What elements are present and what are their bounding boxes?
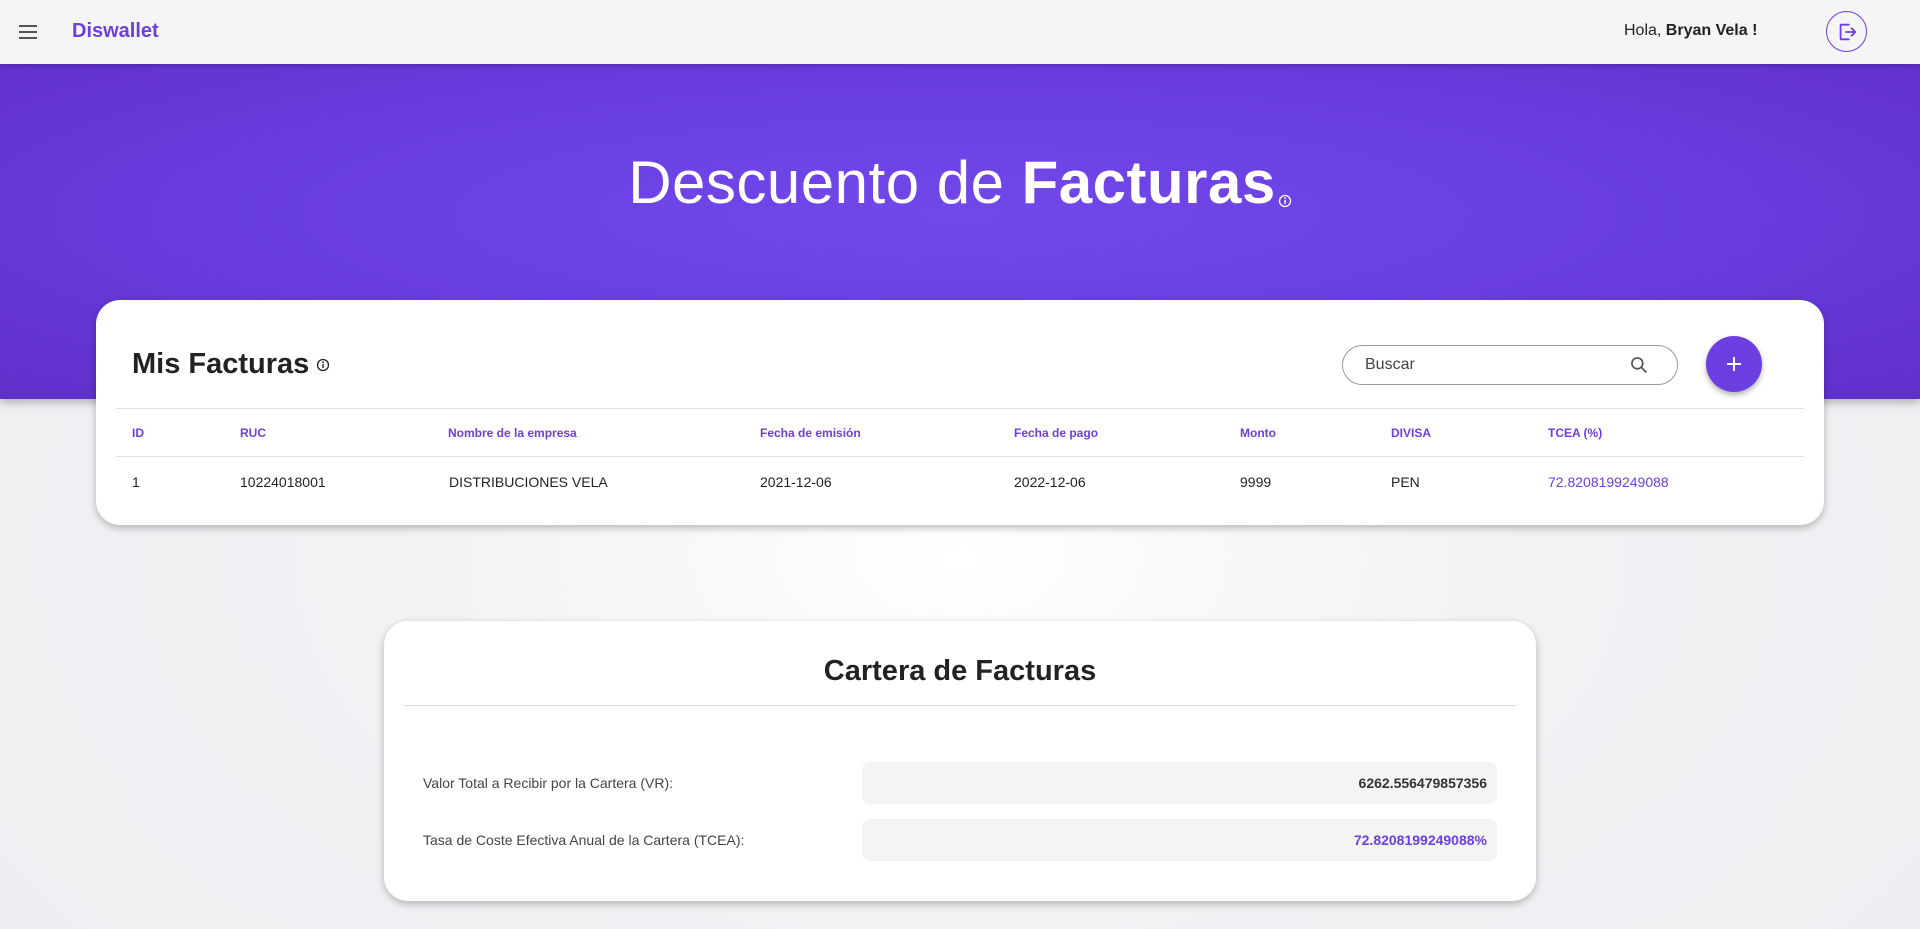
menu-icon[interactable]	[14, 18, 42, 46]
cell-company: DISTRIBUCIONES VELA	[449, 474, 608, 490]
cell-issue-date: 2021-12-06	[760, 474, 832, 490]
column-header[interactable]: Monto	[1240, 426, 1276, 440]
tcea-label: Tasa de Coste Efectiva Anual de la Carte…	[423, 832, 745, 848]
cell-amount: 9999	[1240, 474, 1272, 490]
column-header[interactable]: Fecha de emisión	[760, 426, 861, 440]
plus-icon	[1727, 357, 1741, 371]
table-row[interactable]: 1 10224018001 DISTRIBUCIONES VELA 2021-1…	[116, 456, 1804, 504]
top-app-bar: Diswallet Hola, Bryan Vela !	[0, 0, 1920, 64]
divider	[404, 705, 1516, 706]
user-name: Bryan Vela !	[1665, 22, 1758, 39]
invoices-card: Mis Facturas ID RUC Nombre de la empresa…	[96, 300, 1824, 525]
column-header[interactable]: ID	[132, 426, 144, 440]
page-title-bold: Facturas	[1021, 149, 1276, 216]
greeting-prefix: Hola,	[1624, 22, 1666, 39]
search-icon[interactable]	[1629, 355, 1649, 380]
cell-id: 1	[132, 474, 140, 490]
column-header[interactable]: Fecha de pago	[1014, 426, 1098, 440]
invoices-title: Mis Facturas	[132, 348, 310, 380]
invoices-table: ID RUC Nombre de la empresa Fecha de emi…	[116, 408, 1804, 504]
search-input[interactable]	[1365, 354, 1625, 376]
column-header[interactable]: TCEA (%)	[1548, 426, 1602, 440]
info-icon[interactable]	[1278, 153, 1292, 222]
column-header[interactable]: Nombre de la empresa	[448, 426, 577, 440]
vr-value: 6262.556479857356	[862, 762, 1497, 804]
vr-label: Valor Total a Recibir por la Cartera (VR…	[423, 775, 674, 791]
logout-button[interactable]	[1826, 11, 1867, 52]
column-header[interactable]: RUC	[240, 426, 266, 440]
portfolio-title: Cartera de Facturas	[823, 655, 1097, 687]
cell-payment-date: 2022-12-06	[1014, 474, 1086, 490]
add-invoice-button[interactable]	[1706, 336, 1762, 392]
column-header[interactable]: DIVISA	[1391, 426, 1431, 440]
portfolio-card: Cartera de Facturas Valor Total a Recibi…	[384, 621, 1536, 901]
cell-ruc: 10224018001	[240, 474, 326, 490]
info-icon[interactable]	[316, 358, 330, 377]
brand-name[interactable]: Diswallet	[72, 20, 159, 43]
search-field[interactable]	[1342, 345, 1678, 385]
table-header: ID RUC Nombre de la empresa Fecha de emi…	[116, 408, 1804, 456]
page-title-light: Descuento de	[628, 149, 1022, 216]
logout-icon	[1839, 23, 1856, 40]
page-title: Descuento de Facturas	[0, 148, 1920, 222]
cell-tcea: 72.8208199249088	[1548, 474, 1669, 490]
cell-currency: PEN	[1391, 474, 1420, 490]
user-greeting: Hola, Bryan Vela !	[1624, 22, 1757, 40]
tcea-value: 72.8208199249088%	[862, 819, 1497, 861]
